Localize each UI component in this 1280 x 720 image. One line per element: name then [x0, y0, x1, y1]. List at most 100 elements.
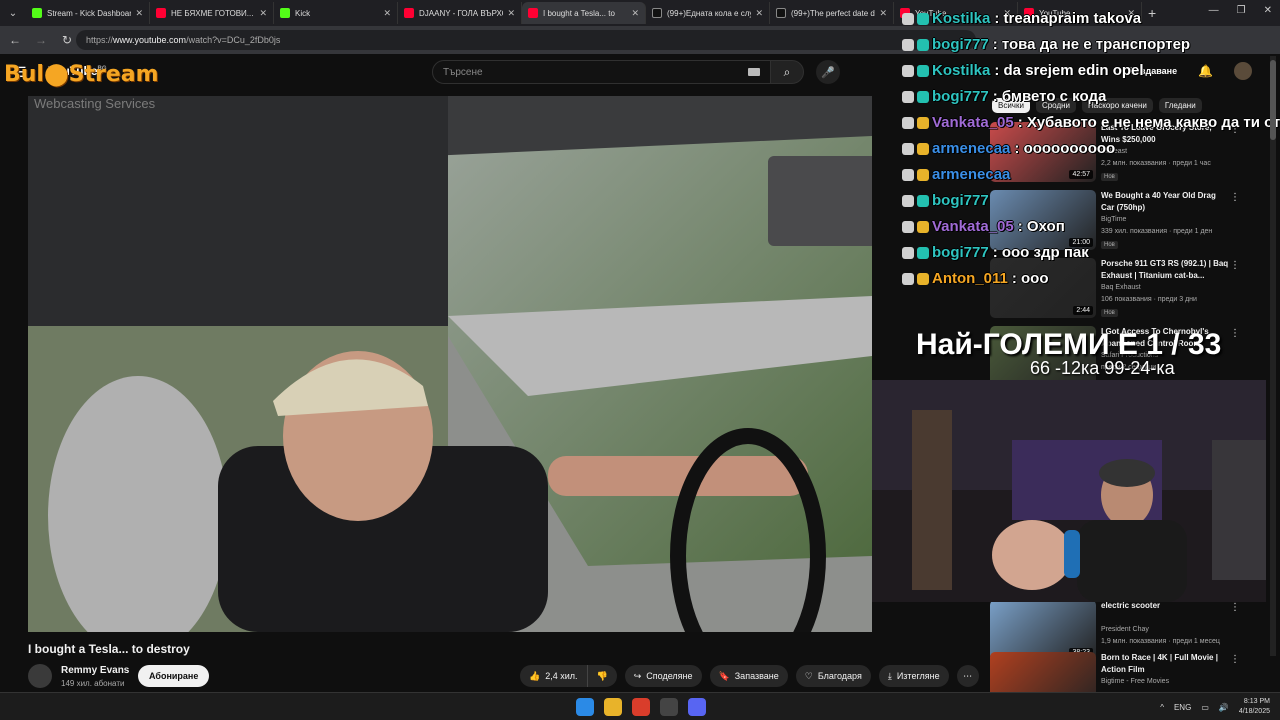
back-icon[interactable]: ← [4, 33, 26, 47]
thanks-button[interactable]: ♡ Благодаря [795, 665, 871, 687]
file-explorer-icon[interactable] [604, 698, 622, 716]
tab-close-icon[interactable]: ✕ [631, 8, 639, 19]
recommendation-channel[interactable]: BigTime [1101, 216, 1126, 223]
filter-chip[interactable]: Гледани [1158, 98, 1202, 113]
chat-badge-icon [917, 246, 929, 259]
video-player[interactable] [28, 96, 872, 632]
url-path: /watch?v=DCu_2fDb0js [186, 35, 281, 45]
tab-close-icon[interactable]: ✕ [755, 8, 763, 19]
url-field[interactable]: https://www.youtube.com/watch?v=DCu_2fDb… [76, 30, 976, 50]
tab-close-icon[interactable]: ✕ [259, 8, 267, 19]
chat-username: Anton_011 [932, 270, 1008, 287]
chat-username: armenecaa [932, 166, 1011, 183]
browser-tab[interactable]: Kick ✕ [274, 2, 398, 24]
recommendation-thumbnail[interactable]: 2:44 [990, 258, 1096, 318]
language-indicator[interactable]: ENG [1174, 703, 1191, 712]
more-actions-button[interactable]: ⋯ [956, 665, 979, 687]
channel-avatar[interactable] [28, 664, 52, 688]
notifications-icon[interactable]: 🔔 [1198, 64, 1213, 78]
chat-badge-icon [917, 12, 929, 25]
browser-tab[interactable]: DJAANY - ГОЛА ВЪРХО ✕ [398, 2, 522, 24]
new-tab-button[interactable]: + [1148, 5, 1156, 21]
account-avatar[interactable] [1234, 62, 1252, 80]
forward-icon[interactable]: → [30, 33, 52, 47]
keyboard-icon[interactable] [748, 68, 760, 76]
browser-tab[interactable]: I bought a Tesla... to ✕ [522, 2, 646, 24]
chrome-icon[interactable] [632, 698, 650, 716]
channel-name[interactable]: Remmy Evans [61, 665, 129, 676]
video-actions: 👍 2,4 хил. 👎 ↪ Споделяне 🔖 Запазване ♡ Благо… [520, 665, 979, 687]
chat-message: Kostilka: da srejem edin opel [902, 62, 1144, 79]
recommendation-title[interactable]: We Bought a 40 Year Old Drag Car (750hp) [1101, 190, 1231, 214]
discord-icon[interactable] [688, 698, 706, 716]
recommendation-thumbnail[interactable]: 38:23 [990, 600, 1096, 660]
save-button[interactable]: 🔖 Запазване [709, 665, 788, 687]
recommendation-item[interactable]: 2:44 Porsche 911 GT3 RS (992.1) | Baq Ex… [990, 258, 1252, 322]
chat-badge-icon [902, 90, 914, 103]
tab-close-icon[interactable]: ✕ [135, 8, 143, 19]
mic-icon[interactable]: 🎤 [816, 60, 840, 84]
window-controls: — ❐ ✕ [1209, 5, 1272, 16]
maximize-icon[interactable]: ❐ [1237, 5, 1246, 16]
page-scrollbar[interactable] [1270, 56, 1276, 656]
chat-username: Kostilka [932, 62, 991, 79]
tab-title: (99+)Едната кола е слу [667, 8, 752, 18]
like-dislike-group: 👍 2,4 хил. 👎 [520, 665, 617, 687]
minimize-icon[interactable]: — [1209, 5, 1219, 16]
duration-badge: 2:44 [1073, 306, 1093, 315]
tab-close-icon[interactable]: ✕ [507, 8, 515, 19]
more-vert-icon[interactable]: ⋮ [1230, 654, 1240, 665]
chat-username: Vankata_05 [932, 114, 1014, 131]
scrollbar-thumb[interactable] [1270, 60, 1276, 140]
tab-close-icon[interactable]: ✕ [383, 8, 391, 19]
chat-username: bogi777 [932, 36, 989, 53]
search-button[interactable]: ⌕ [770, 60, 804, 84]
browser-tab[interactable]: Stream - Kick Dashboard ✕ [26, 2, 150, 24]
browser-tab[interactable]: НЕ БЯХМЕ ГОТОВИ... не ✕ [150, 2, 274, 24]
recommendation-title[interactable]: Born to Race | 4K | Full Movie | Action … [1101, 652, 1231, 676]
tab-search-icon[interactable]: ⌄ [0, 0, 26, 26]
start-icon[interactable] [576, 698, 594, 716]
chat-badge-icon [902, 64, 914, 77]
goal-counter: Най-ГОЛЕМИ Е 1 / 33 [916, 328, 1222, 361]
search-input[interactable]: Търсене [432, 60, 772, 84]
more-vert-icon[interactable]: ⋮ [1230, 602, 1240, 613]
save-label: Запазване [734, 671, 779, 681]
tray-chevron-icon[interactable]: ^ [1160, 703, 1164, 712]
webcam-frame [872, 380, 1266, 602]
system-tray: ^ ENG ▭ 🔊 8:13 PM 4/18/2025 [1160, 697, 1270, 717]
chat-message: armenecaa [902, 166, 1014, 183]
network-icon[interactable]: ▭ [1201, 703, 1209, 712]
browser-tab[interactable]: (99+)The perfect date d ✕ [770, 2, 894, 24]
recommendation-channel[interactable]: Baq Exhaust [1101, 284, 1141, 291]
more-vert-icon[interactable]: ⋮ [1230, 328, 1240, 339]
tab-close-icon[interactable]: ✕ [879, 8, 887, 19]
subscribe-button[interactable]: Абониране [138, 665, 210, 687]
recommendation-channel[interactable]: President Chay [1101, 626, 1149, 633]
chat-badge-icon [902, 194, 914, 207]
obs-icon[interactable] [660, 698, 678, 716]
download-button[interactable]: ⤓ Изтегляне [878, 665, 949, 687]
close-window-icon[interactable]: ✕ [1264, 5, 1272, 16]
tab-title: Kick [295, 8, 311, 18]
clock[interactable]: 8:13 PM 4/18/2025 [1239, 697, 1270, 717]
more-vert-icon[interactable]: ⋮ [1230, 260, 1240, 271]
chat-badge-icon [902, 246, 914, 259]
more-vert-icon[interactable]: ⋮ [1230, 192, 1240, 203]
chat-badge-icon [902, 220, 914, 233]
like-button[interactable]: 👍 2,4 хил. [520, 665, 588, 687]
reload-icon[interactable]: ↻ [56, 33, 78, 47]
dislike-button[interactable]: 👎 [587, 665, 617, 687]
recommendation-channel[interactable]: Bigtime - Free Movies [1101, 678, 1169, 685]
thumbs-up-icon: 👍 [529, 670, 541, 681]
bulstream-subtitle: Webcasting Services [34, 96, 156, 111]
share-icon: ↪ [633, 670, 642, 681]
recommendation-title[interactable]: Porsche 911 GT3 RS (992.1) | Baq Exhaust… [1101, 258, 1231, 282]
volume-icon[interactable]: 🔊 [1219, 703, 1229, 712]
chat-badge-icon [902, 38, 914, 51]
heart-dollar-icon: ♡ [804, 670, 813, 681]
share-button[interactable]: ↪ Споделяне [624, 665, 702, 687]
url-prefix: https:// [86, 35, 114, 45]
browser-tab[interactable]: (99+)Едната кола е слу ✕ [646, 2, 770, 24]
chat-text: : oooooooooo [1014, 140, 1116, 157]
